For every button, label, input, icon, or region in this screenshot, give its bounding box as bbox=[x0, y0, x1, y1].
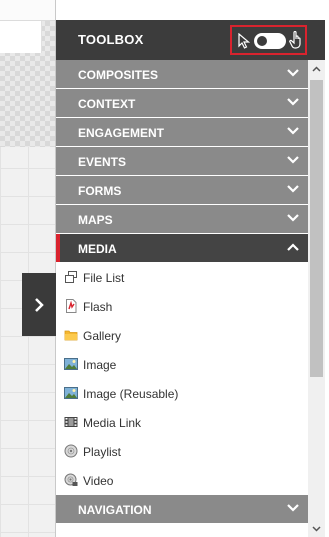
item-label: Playlist bbox=[83, 445, 122, 459]
toolbox-collapse-button[interactable] bbox=[22, 273, 56, 336]
canvas-white-block bbox=[0, 21, 42, 53]
mode-toggle[interactable] bbox=[230, 25, 307, 55]
group-maps[interactable]: MAPS bbox=[56, 205, 308, 233]
group-label: COMPOSITES bbox=[78, 68, 159, 82]
active-accent-bar bbox=[56, 234, 60, 262]
item-label: Flash bbox=[83, 300, 113, 314]
group-label: CONTEXT bbox=[78, 97, 136, 111]
scroll-up-arrow-icon bbox=[312, 65, 321, 72]
chevron-down-icon bbox=[287, 185, 299, 193]
scroll-up-button[interactable] bbox=[308, 60, 325, 77]
file-list-icon bbox=[65, 271, 77, 283]
scrollbar-thumb[interactable] bbox=[310, 80, 323, 377]
group-events[interactable]: EVENTS bbox=[56, 147, 308, 175]
group-label: FORMS bbox=[78, 184, 122, 198]
group-label: MAPS bbox=[78, 213, 113, 227]
group-forms[interactable]: FORMS bbox=[56, 176, 308, 204]
film-icon bbox=[64, 417, 78, 427]
chevron-up-icon bbox=[287, 243, 299, 251]
group-label: ENGAGEMENT bbox=[78, 126, 165, 140]
list-item-video[interactable]: Video bbox=[56, 466, 308, 495]
page-canvas bbox=[0, 0, 56, 537]
group-navigation[interactable]: NAVIGATION bbox=[56, 495, 308, 523]
toolbox-scrollbar[interactable] bbox=[308, 60, 325, 537]
playlist-disc-icon bbox=[64, 444, 78, 458]
pointer-icon[interactable] bbox=[238, 33, 250, 49]
item-label: Image bbox=[83, 358, 117, 372]
image-icon bbox=[64, 358, 78, 370]
group-label: NAVIGATION bbox=[78, 503, 152, 517]
canvas-top-bar bbox=[0, 0, 55, 21]
switch-knob bbox=[257, 36, 267, 46]
window-right-edge bbox=[325, 0, 329, 537]
item-label: Gallery bbox=[83, 329, 122, 343]
flash-file-icon bbox=[66, 299, 77, 313]
list-item-file-list[interactable]: File List bbox=[56, 263, 308, 292]
image-reusable-icon bbox=[64, 387, 78, 399]
group-engagement[interactable]: ENGAGEMENT bbox=[56, 118, 308, 146]
chevron-down-icon bbox=[287, 156, 299, 164]
group-composites[interactable]: COMPOSITES bbox=[56, 60, 308, 88]
chevron-down-icon bbox=[287, 214, 299, 222]
toolbox-groups: COMPOSITES CONTEXT ENGAGEMENT EVENTS FOR… bbox=[56, 60, 308, 524]
group-label: MEDIA bbox=[78, 242, 117, 256]
chevron-down-icon bbox=[287, 127, 299, 135]
list-item-image[interactable]: Image bbox=[56, 350, 308, 379]
chevron-down-icon bbox=[287, 504, 299, 512]
list-item-media-link[interactable]: Media Link bbox=[56, 408, 308, 437]
media-item-list: File List Flash Gallery Image Image (Reu… bbox=[56, 263, 308, 495]
item-label: Image (Reusable) bbox=[83, 387, 179, 401]
group-context[interactable]: CONTEXT bbox=[56, 89, 308, 117]
folder-icon bbox=[64, 330, 78, 341]
scroll-down-button[interactable] bbox=[308, 520, 325, 537]
toolbox-panel: TOOLBOX COMPOSITES CONTEXT ENGAGEMENT EV… bbox=[56, 20, 325, 537]
chevron-down-icon bbox=[287, 69, 299, 77]
scroll-down-arrow-icon bbox=[312, 525, 321, 532]
mode-switch[interactable] bbox=[254, 33, 286, 49]
list-item-gallery[interactable]: Gallery bbox=[56, 321, 308, 350]
toolbox-title: TOOLBOX bbox=[78, 32, 144, 47]
item-label: Video bbox=[83, 474, 114, 488]
hand-pointer-icon[interactable] bbox=[289, 31, 303, 49]
list-item-image-reusable[interactable]: Image (Reusable) bbox=[56, 379, 308, 408]
toolbox-header: TOOLBOX bbox=[56, 20, 325, 60]
video-disc-icon bbox=[64, 473, 78, 486]
item-label: File List bbox=[83, 271, 125, 285]
list-item-flash[interactable]: Flash bbox=[56, 292, 308, 321]
group-label: EVENTS bbox=[78, 155, 127, 169]
chevron-right-icon bbox=[35, 297, 44, 312]
group-media[interactable]: MEDIA bbox=[56, 234, 308, 262]
item-label: Media Link bbox=[83, 416, 142, 430]
chevron-down-icon bbox=[287, 98, 299, 106]
list-item-playlist[interactable]: Playlist bbox=[56, 437, 308, 466]
